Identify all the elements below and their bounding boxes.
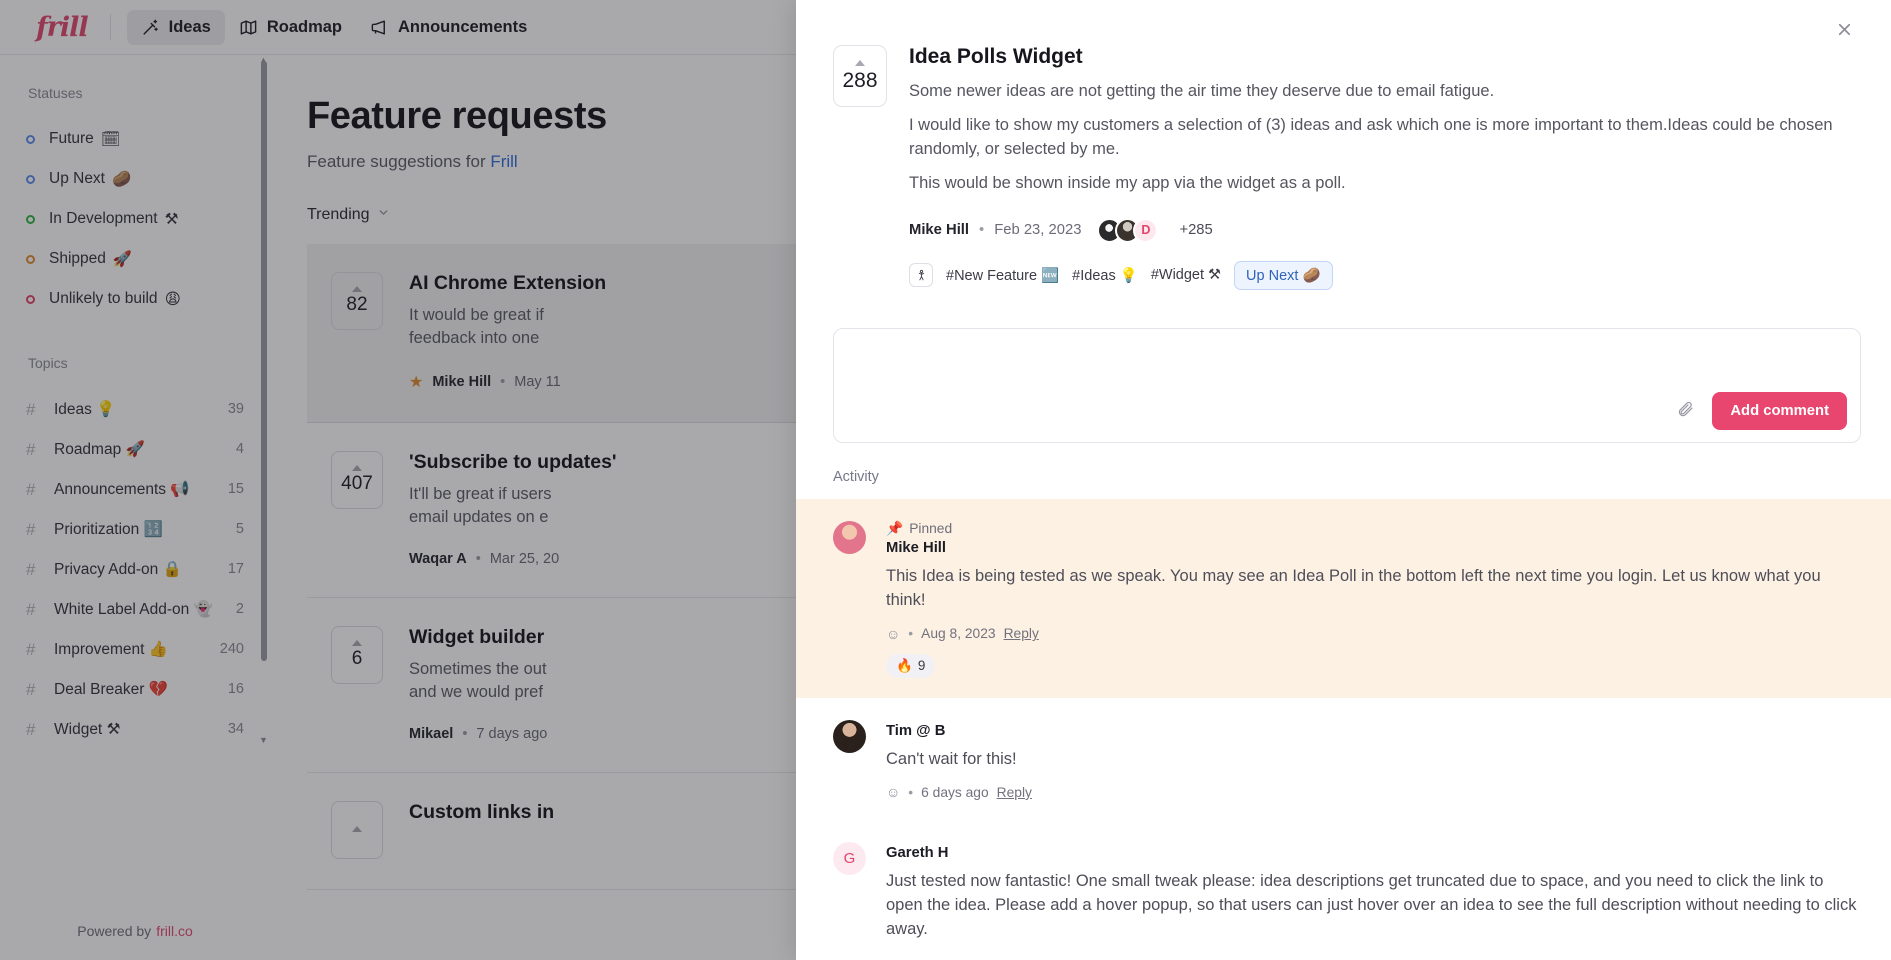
- reaction-count: 9: [917, 658, 926, 674]
- separator-dot: •: [979, 222, 985, 239]
- avatar: [833, 520, 866, 554]
- panel-author: Mike Hill: [909, 222, 970, 239]
- comment-footer: ☺ • Aug 8, 2023 Reply: [886, 626, 1861, 642]
- reaction-chip[interactable]: 🔥 9: [886, 653, 936, 678]
- comment-author: Mike Hill: [886, 539, 947, 556]
- comment-author: Tim @ B: [886, 722, 946, 739]
- panel-meta: Mike Hill • Feb 23, 2023 D +285: [909, 217, 1861, 243]
- panel-vote-button[interactable]: 288: [833, 45, 887, 107]
- reply-link[interactable]: Reply: [1004, 626, 1039, 641]
- panel-title: Idea Polls Widget: [909, 45, 1083, 68]
- comment-text: Just tested now fantastic! One small twe…: [886, 872, 1857, 939]
- avatar: [833, 719, 866, 753]
- comment-item: G Gareth H Just tested now fantastic! On…: [796, 820, 1891, 960]
- panel-header: 288 Idea Polls Widget Some newer ideas a…: [833, 45, 1861, 290]
- paperclip-icon[interactable]: [1677, 400, 1694, 422]
- tag-emoji-icon: ⚒: [1208, 267, 1222, 284]
- comment-item: 📌 Pinned Mike Hill This Idea is being te…: [796, 498, 1891, 698]
- panel-paragraph: This would be shown inside my app via th…: [909, 174, 1346, 193]
- panel-tag[interactable]: #Widget ⚒: [1151, 267, 1221, 283]
- comment-list: 📌 Pinned Mike Hill This Idea is being te…: [796, 498, 1891, 960]
- panel-tag[interactable]: #Ideas 💡: [1072, 267, 1138, 284]
- voter-avatar-group[interactable]: D: [1097, 217, 1159, 243]
- comment-body: Gareth H Just tested now fantastic! One …: [886, 842, 1861, 942]
- panel-paragraph: Some newer ideas are not getting the air…: [909, 82, 1495, 100]
- comment-editor-actions: Add comment: [1677, 391, 1847, 430]
- comment-text: This Idea is being tested as we speak. Y…: [886, 566, 1821, 609]
- status-badge[interactable]: Up Next 🥔: [1234, 260, 1333, 290]
- tag-emoji-icon: 💡: [1119, 267, 1138, 284]
- close-icon[interactable]: [1831, 16, 1857, 42]
- separator-dot: •: [908, 626, 914, 642]
- emoji-reaction-icon[interactable]: ☺: [886, 784, 900, 800]
- emoji-reaction-icon[interactable]: ☺: [886, 626, 900, 642]
- add-comment-button[interactable]: Add comment: [1712, 391, 1847, 430]
- panel-header-body: Idea Polls Widget Some newer ideas are n…: [909, 45, 1861, 290]
- panel-tags: #New Feature 🆕 #Ideas 💡 #Widget ⚒ Up Nex…: [909, 260, 1861, 290]
- tag-emoji-icon: 🆕: [1041, 267, 1060, 284]
- voter-overflow-count: +285: [1179, 222, 1213, 239]
- fire-icon: 🔥: [896, 657, 913, 674]
- pinned-label: Pinned: [909, 521, 953, 537]
- reply-link[interactable]: Reply: [997, 785, 1032, 800]
- comment-date: Aug 8, 2023: [921, 626, 996, 642]
- panel-paragraph: I would like to show my customers a sele…: [909, 116, 1833, 158]
- panel-date: Feb 23, 2023: [994, 222, 1082, 239]
- screen-root: frill Ideas Roadmap Announcements ▲ ▼ St…: [0, 0, 1891, 960]
- comment-text: Can't wait for this!: [886, 749, 1017, 768]
- comment-author: Gareth H: [886, 845, 949, 862]
- separator-dot: •: [908, 784, 914, 800]
- pinned-indicator: 📌 Pinned: [886, 521, 1861, 537]
- avatar: G: [833, 842, 866, 876]
- person-icon[interactable]: [909, 263, 933, 288]
- pin-icon: 📌: [886, 520, 904, 537]
- activity-label: Activity: [833, 468, 879, 485]
- idea-detail-panel: 288 Idea Polls Widget Some newer ideas a…: [796, 0, 1891, 960]
- avatar: D: [1133, 217, 1159, 243]
- panel-tag[interactable]: #New Feature 🆕: [946, 267, 1059, 284]
- comment-reactions: 🔥 9: [886, 653, 1861, 678]
- comment-footer: ☺ • 6 days ago Reply: [886, 784, 1861, 800]
- comment-editor[interactable]: Add comment: [833, 327, 1861, 443]
- comment-item: Tim @ B Can't wait for this! ☺ • 6 days …: [796, 698, 1891, 821]
- panel-inner: 288 Idea Polls Widget Some newer ideas a…: [796, 0, 1891, 960]
- comment-date: 6 days ago: [921, 784, 989, 800]
- panel-vote-count: 288: [842, 68, 878, 92]
- comment-body: 📌 Pinned Mike Hill This Idea is being te…: [886, 521, 1861, 678]
- upvote-caret-icon: [855, 59, 865, 66]
- comment-body: Tim @ B Can't wait for this! ☺ • 6 days …: [886, 720, 1861, 801]
